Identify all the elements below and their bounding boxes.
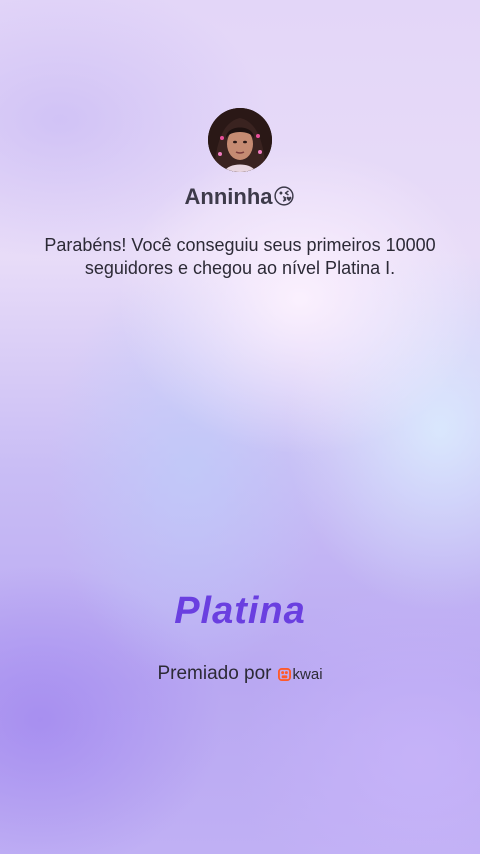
user-avatar[interactable] (208, 108, 272, 172)
congratulation-message: Parabéns! Você conseguiu seus primeiros … (44, 235, 436, 278)
kwai-logo-text: kwai (292, 665, 323, 683)
kwai-logo-icon (277, 667, 291, 681)
awarded-by-label: Premiado por (157, 663, 272, 684)
awarded-by: Premiado por kwai (0, 663, 480, 685)
kwai-logo: kwai (277, 665, 323, 683)
avatar-image (208, 108, 272, 172)
level-title: Platina (174, 590, 306, 632)
username: Anninha😘 (184, 184, 296, 209)
